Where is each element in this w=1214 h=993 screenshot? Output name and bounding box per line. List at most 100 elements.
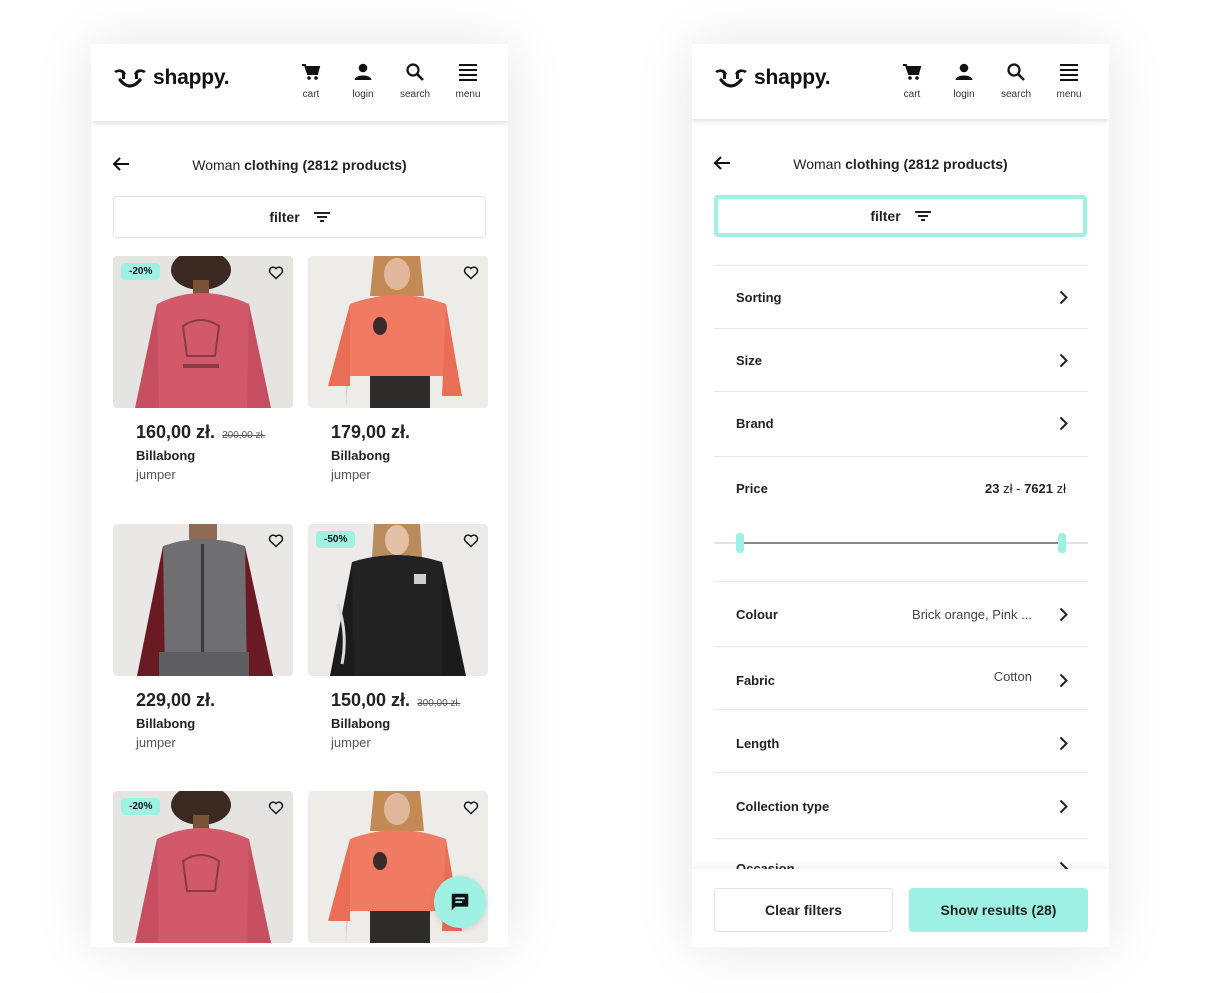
filter-row-length[interactable]: Length [714, 709, 1088, 772]
old-price: 300,00 zł. [417, 698, 461, 709]
filter-row-price: Price 23 zł - 7621 zł [714, 456, 1088, 581]
filter-label: Brand [736, 416, 774, 431]
product-card[interactable]: -50% 150,00 zł. 300,00 zł. Billabong jum… [308, 524, 488, 750]
product-photo [113, 524, 293, 676]
title-prefix: Woman [793, 156, 846, 172]
filter-list: Sorting Size Brand Price 23 zł - 7621 zł… [714, 265, 1088, 870]
nav-search[interactable]: search [390, 61, 440, 100]
product-card[interactable]: -20% 160,00 zł. 200,00 zł. Billabong jum… [113, 256, 293, 482]
nav-cart[interactable]: cart [887, 61, 937, 100]
nav-login[interactable]: login [939, 61, 989, 100]
page-title-bar: Woman clothing (2812 products) [692, 149, 1109, 179]
title-prefix: Woman [192, 157, 245, 173]
nav-menu[interactable]: menu [1044, 61, 1094, 100]
product-image[interactable]: -20% [113, 256, 293, 408]
product-price: 150,00 zł. 300,00 zł. [331, 690, 460, 711]
heart-icon[interactable] [463, 533, 479, 548]
product-image[interactable]: -20% [113, 791, 293, 943]
product-price: 229,00 zł. [136, 690, 215, 711]
nav-login-label: login [352, 89, 374, 100]
heart-icon[interactable] [268, 265, 284, 280]
price-value: 179,00 zł. [331, 422, 411, 442]
logo[interactable]: shappy. [113, 66, 230, 90]
product-card[interactable]: 179,00 zł. Billabong jumper [308, 256, 488, 482]
filter-row-brand[interactable]: Brand [714, 391, 1088, 456]
product-type: jumper [331, 467, 371, 482]
filter-label: Price [736, 481, 768, 496]
product-card[interactable]: -20% [113, 791, 293, 943]
filter-button-active[interactable]: filter [714, 195, 1087, 237]
chevron-right-icon [1059, 673, 1068, 688]
filter-screen: shappy. cart login search menu Woman clo… [692, 44, 1109, 947]
chat-button[interactable] [434, 876, 486, 928]
nav-cart-label: cart [302, 89, 320, 100]
product-type: jumper [136, 735, 176, 750]
discount-badge: -20% [121, 798, 161, 815]
logo-icon [114, 69, 146, 88]
filter-icon [313, 212, 330, 222]
nav-login[interactable]: login [338, 61, 388, 100]
user-icon [354, 63, 372, 80]
nav-menu[interactable]: menu [443, 61, 493, 100]
logo[interactable]: shappy. [714, 66, 831, 90]
clear-filters-button[interactable]: Clear filters [714, 888, 893, 932]
heart-icon[interactable] [268, 800, 284, 815]
chevron-right-icon [1059, 416, 1068, 431]
search-icon [1007, 63, 1025, 81]
filter-row-fabric[interactable]: Fabric Cotton [714, 646, 1088, 709]
hamburger-icon [459, 64, 477, 81]
price-separator: zł - [999, 481, 1025, 496]
filter-label: Size [736, 353, 763, 368]
heart-icon[interactable] [463, 265, 479, 280]
cart-icon [302, 64, 321, 80]
nav-login-label: login [953, 89, 975, 100]
cart-icon [903, 64, 922, 80]
title-bold: clothing (2812 products) [845, 156, 1008, 172]
nav-search[interactable]: search [991, 61, 1041, 100]
app-header: shappy. cart login search menu [692, 44, 1109, 119]
filter-row-sorting[interactable]: Sorting [714, 265, 1088, 328]
old-price: 200,00 zł. [222, 430, 266, 441]
filter-value: Brick orange, Pink ... [912, 607, 1032, 622]
nav-menu-label: menu [455, 89, 481, 100]
product-image[interactable] [308, 256, 488, 408]
nav-menu-label: menu [1056, 89, 1082, 100]
product-card[interactable]: 229,00 zł. Billabong jumper [113, 524, 293, 750]
product-image[interactable] [113, 524, 293, 676]
chevron-right-icon [1059, 290, 1068, 305]
product-image[interactable]: -50% [308, 524, 488, 676]
logo-text: shappy. [153, 66, 230, 89]
heart-icon[interactable] [463, 800, 479, 815]
filter-button-label: filter [870, 208, 901, 224]
chat-icon [451, 893, 469, 911]
filter-row-collection-type[interactable]: Collection type [714, 772, 1088, 838]
page-title: Woman clothing (2812 products) [91, 157, 508, 173]
price-slider-min-handle[interactable] [736, 533, 744, 553]
nav-search-label: search [1000, 89, 1031, 100]
search-icon [406, 63, 424, 81]
logo-text: shappy. [754, 66, 831, 89]
price-range-value: 23 zł - 7621 zł [985, 481, 1066, 496]
price-min: 23 [985, 481, 1000, 496]
nav-cart[interactable]: cart [286, 61, 336, 100]
filter-label: Fabric [736, 673, 776, 688]
nav-search-label: search [399, 89, 430, 100]
filter-icon [914, 211, 931, 221]
filter-row-size[interactable]: Size [714, 328, 1088, 391]
product-grid: -20% 160,00 zł. 200,00 zł. Billabong jum… [91, 256, 508, 947]
price-slider-max-handle[interactable] [1058, 533, 1066, 553]
filter-button[interactable]: filter [113, 196, 486, 238]
filter-value: Cotton [993, 669, 1032, 684]
product-price: 179,00 zł. [331, 422, 410, 443]
product-brand: Billabong [136, 448, 196, 463]
filter-label: Colour [736, 607, 778, 622]
filter-row-colour[interactable]: Colour Brick orange, Pink ... [714, 581, 1088, 646]
title-bold: clothing (2812 products) [244, 157, 407, 173]
page-title: Woman clothing (2812 products) [692, 156, 1109, 172]
filter-row-occasion[interactable]: Occasion [714, 838, 1088, 870]
product-price: 160,00 zł. 200,00 zł. [136, 422, 265, 443]
heart-icon[interactable] [268, 533, 284, 548]
filter-label: Collection type [736, 799, 830, 814]
show-results-button[interactable]: Show results (28) [909, 888, 1088, 932]
hamburger-icon [1060, 64, 1078, 81]
